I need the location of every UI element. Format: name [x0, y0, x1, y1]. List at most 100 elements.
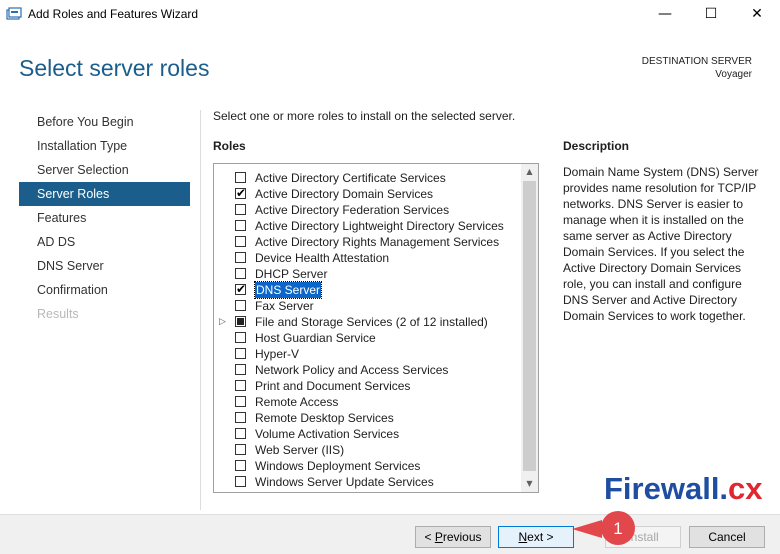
destination-label: DESTINATION SERVER — [641, 56, 752, 67]
roles-list[interactable]: Active Directory Certificate Services ✔ Ac… — [213, 163, 539, 493]
callout-number: 1 — [613, 519, 622, 538]
step-callout: 1 — [572, 511, 635, 545]
role-checkbox[interactable]: ✔ — [235, 186, 247, 200]
role-checkbox[interactable] — [235, 380, 246, 391]
minimize-icon: — — [658, 6, 672, 22]
maximize-button[interactable]: ☐ — [688, 0, 734, 28]
role-checkbox[interactable] — [235, 220, 246, 231]
role-checkbox[interactable] — [235, 364, 246, 375]
vertical-scrollbar[interactable]: ▲ ▼ — [521, 164, 538, 492]
role-label: Windows Deployment Services — [255, 459, 421, 473]
roles-heading: Roles — [213, 139, 246, 153]
role-checkbox[interactable]: ✔ — [235, 282, 247, 296]
title-bar: Add Roles and Features Wizard — ☐ ✕ — [0, 0, 780, 28]
role-row-dns-server[interactable]: ✔ DNS Server — [214, 281, 519, 299]
window-title: Add Roles and Features Wizard — [28, 7, 199, 21]
role-row-device-health-attestation[interactable]: Device Health Attestation — [214, 250, 519, 266]
role-checkbox[interactable] — [235, 300, 246, 311]
minimize-button[interactable]: — — [642, 0, 688, 28]
role-label: Remote Desktop Services — [255, 411, 394, 425]
role-row-host-guardian-service[interactable]: Host Guardian Service — [214, 330, 519, 346]
checkmark-icon: ✔ — [236, 186, 247, 200]
role-label: DHCP Server — [255, 267, 328, 281]
previous-button[interactable]: < Previous — [415, 526, 491, 548]
role-row-active-directory-rights-management-services[interactable]: Active Directory Rights Management Servi… — [214, 234, 519, 250]
role-label: DNS Server — [253, 281, 323, 299]
role-label: File and Storage Services (2 of 12 insta… — [255, 315, 488, 329]
nav-item-ad-ds[interactable]: AD DS — [19, 230, 190, 254]
role-checkbox[interactable] — [235, 332, 246, 343]
watermark-main-text: Firewall. — [604, 471, 729, 506]
role-label: Active Directory Certificate Services — [255, 171, 446, 185]
role-label: Hyper-V — [255, 347, 300, 361]
role-row-active-directory-domain-services[interactable]: ✔ Active Directory Domain Services — [214, 186, 519, 202]
role-row-network-policy-and-access-services[interactable]: Network Policy and Access Services — [214, 362, 519, 378]
scroll-down-icon[interactable]: ▼ — [521, 476, 538, 492]
role-checkbox[interactable] — [235, 348, 246, 359]
role-checkbox[interactable] — [235, 204, 246, 215]
role-row-print-and-document-services[interactable]: Print and Document Services — [214, 378, 519, 394]
expand-chevron-icon[interactable]: ▷ — [219, 314, 226, 330]
role-label: Device Health Attestation — [255, 251, 390, 265]
nav-item-server-roles[interactable]: Server Roles — [19, 182, 190, 206]
nav-item-server-selection[interactable]: Server Selection — [19, 158, 190, 182]
role-row-remote-access[interactable]: Remote Access — [214, 394, 519, 410]
scrollbar-thumb[interactable] — [523, 181, 536, 471]
role-label: Active Directory Lightweight Directory S… — [255, 219, 504, 233]
role-label: Network Policy and Access Services — [255, 363, 449, 377]
nav-item-confirmation[interactable]: Confirmation — [19, 278, 190, 302]
instructions-text: Select one or more roles to install on t… — [213, 109, 516, 123]
role-checkbox[interactable] — [235, 460, 246, 471]
role-row-active-directory-lightweight-directory-services[interactable]: Active Directory Lightweight Directory S… — [214, 218, 519, 234]
nav-item-features[interactable]: Features — [19, 206, 190, 230]
role-row-windows-server-update-services[interactable]: Windows Server Update Services — [214, 474, 519, 490]
role-row-fax-server[interactable]: Fax Server — [214, 298, 519, 314]
role-label: Print and Document Services — [255, 379, 411, 393]
role-row-web-server-iis[interactable]: Web Server (IIS) — [214, 442, 519, 458]
destination-server: DESTINATION SERVER Voyager — [642, 55, 752, 81]
description-heading: Description — [563, 139, 630, 153]
role-checkbox[interactable] — [235, 396, 246, 407]
next-button[interactable]: Next > — [498, 526, 574, 548]
role-label: Active Directory Federation Services — [255, 203, 450, 217]
checkmark-icon: ✔ — [236, 282, 247, 296]
role-row-dhcp-server[interactable]: DHCP Server — [214, 266, 519, 282]
destination-server-name: Voyager — [715, 69, 752, 80]
role-checkbox[interactable] — [235, 172, 246, 183]
role-label: Volume Activation Services — [255, 427, 400, 441]
server-manager-icon — [6, 7, 22, 20]
nav-item-results: Results — [37, 307, 79, 321]
role-checkbox[interactable] — [235, 476, 246, 487]
role-row-windows-deployment-services[interactable]: Windows Deployment Services — [214, 458, 519, 474]
role-row-active-directory-federation-services[interactable]: Active Directory Federation Services — [214, 202, 519, 218]
maximize-icon: ☐ — [704, 6, 718, 22]
role-checkbox[interactable] — [235, 268, 246, 279]
role-checkbox[interactable] — [235, 252, 246, 263]
role-row-file-and-storage-services-2-of-12-installed[interactable]: ▷ File and Storage Services (2 of 12 inst… — [214, 314, 519, 330]
role-row-active-directory-certificate-services[interactable]: Active Directory Certificate Services — [214, 170, 519, 186]
role-row-hyper-v[interactable]: Hyper-V — [214, 346, 519, 362]
nav-item-before-you-begin[interactable]: Before You Begin — [19, 110, 190, 134]
nav-item-installation-type[interactable]: Installation Type — [19, 134, 190, 158]
button-bar: < Previous Next > Install Cancel — [0, 514, 780, 554]
description-text: Domain Name System (DNS) Server provides… — [563, 165, 759, 323]
divider — [200, 110, 201, 510]
indeterminate-icon — [237, 318, 244, 325]
role-row-remote-desktop-services[interactable]: Remote Desktop Services — [214, 410, 519, 426]
cancel-button[interactable]: Cancel — [689, 526, 765, 548]
wizard-nav: Before You Begin Installation Type Serve… — [19, 110, 190, 326]
role-label: Active Directory Domain Services — [255, 187, 434, 201]
role-row-volume-activation-services[interactable]: Volume Activation Services — [214, 426, 519, 442]
scroll-up-icon[interactable]: ▲ — [521, 164, 538, 180]
role-label: Remote Access — [255, 395, 339, 409]
role-checkbox[interactable] — [235, 444, 246, 455]
role-checkbox[interactable] — [235, 412, 246, 423]
role-label: Active Directory Rights Management Servi… — [255, 235, 500, 249]
role-checkbox[interactable] — [235, 316, 246, 327]
role-checkbox[interactable] — [235, 428, 246, 439]
page-title: Select server roles — [19, 55, 210, 81]
role-checkbox[interactable] — [235, 236, 246, 247]
watermark-logo: Firewall.cx — [604, 471, 763, 507]
close-button[interactable]: ✕ — [734, 0, 780, 28]
nav-item-dns-server[interactable]: DNS Server — [19, 254, 190, 278]
